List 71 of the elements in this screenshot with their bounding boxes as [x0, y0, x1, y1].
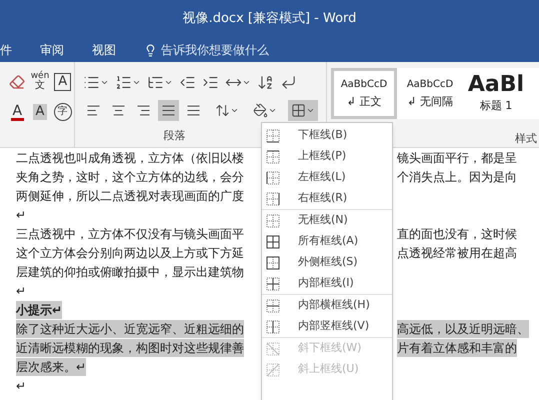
border-style-icon — [266, 362, 280, 376]
document-text: 层建筑的仰拍或俯瞰拍摄中，显示出建筑物 — [16, 264, 244, 280]
numbered-list-icon[interactable] — [115, 74, 132, 90]
style-gallery-item[interactable]: AaBl 标题 1 — [463, 68, 529, 118]
menu-item[interactable]: 内部框线(I) — [262, 273, 392, 294]
document-text: 小提示↵ — [16, 300, 62, 318]
group-label: 样式 — [515, 130, 537, 146]
character-shading-button[interactable]: A — [32, 104, 48, 120]
document-text: 二点透视也叫成角透视，立方体（依旧以楼 — [16, 150, 244, 166]
document-text: 近清晰远模糊的现象，构图时对这些规律善 — [16, 338, 244, 356]
menu-item[interactable]: 无框线(N) — [262, 210, 392, 231]
menu-item[interactable]: 下框线(B) — [262, 125, 392, 146]
clear-format-icon[interactable] — [9, 74, 26, 90]
line-spacing-icon — [215, 102, 230, 118]
menu-item[interactable]: 左框线(L) — [262, 167, 392, 188]
window-title: 视像.docx [兼容模式] - Word — [182, 10, 356, 28]
tell-me-field[interactable]: 告诉我你想要做什么 — [161, 41, 269, 59]
border-style-icon — [266, 128, 280, 142]
style-gallery-item[interactable]: AaBbCcD ↲ 正文 — [331, 68, 397, 118]
shading-icon — [253, 102, 268, 118]
document-text: 层次感来。↵ — [16, 358, 86, 376]
menu-item[interactable]: 上框线(P) — [262, 146, 392, 167]
document-text: 个消失点上。因为是向 — [397, 168, 517, 186]
justify-button[interactable] — [158, 100, 179, 120]
border-style-icon — [266, 192, 280, 206]
border-style-icon — [266, 276, 280, 290]
border-style-icon — [266, 342, 280, 356]
document-text: 两侧延伸，所以二点透视对表现画面的广度 — [16, 188, 244, 204]
border-style-icon — [266, 234, 280, 248]
distribute-icon — [186, 102, 201, 118]
document-text: 高远低，以及近明远暗、 — [397, 320, 529, 338]
border-style-icon — [266, 214, 280, 228]
align-center-icon — [111, 102, 126, 118]
ribbon-tab[interactable]: 件 — [0, 41, 12, 59]
borders-button[interactable] — [288, 100, 318, 120]
border-style-icon — [266, 170, 280, 184]
menu-item[interactable]: 外侧框线(S) — [262, 252, 392, 273]
document-text: 除了这种近大远小、近宽远窄、近粗远细的 — [16, 320, 244, 338]
menu-item[interactable]: 内部横框线(H) — [262, 295, 392, 316]
align-right-icon — [136, 102, 151, 118]
document-text: ↵ — [16, 282, 26, 300]
borders-icon — [291, 102, 306, 118]
character-border-button[interactable]: A — [54, 72, 72, 90]
lightbulb-icon — [144, 44, 157, 56]
enclose-characters-button[interactable]: 字 — [54, 103, 72, 121]
phonetic-guide-button[interactable]: wén 文 — [30, 72, 50, 91]
sort-icon[interactable] — [257, 74, 274, 90]
border-style-icon — [266, 256, 280, 270]
document-text: 这个立方体会分别向两边以及上方或下方延 — [16, 244, 244, 262]
align-left-icon — [86, 102, 101, 118]
menu-item[interactable]: 右框线(R) — [262, 188, 392, 209]
document-text: 直的面也没有，这时候 — [397, 226, 517, 242]
paragraph-mark-icon[interactable] — [280, 74, 297, 90]
document-text: ↵ — [16, 206, 26, 224]
ribbon-tab[interactable]: 审阅 — [40, 41, 64, 59]
document-text: 点透视经常被用在超高 — [397, 244, 517, 262]
group-label: 段落 — [164, 128, 186, 144]
document-text: 夹角之势，这时，这个立方体的边线，会分 — [16, 168, 244, 186]
document-text: 片有着立体感和丰富的 — [397, 338, 517, 356]
style-gallery-item[interactable]: AaBbCcD ↲ 无间隔 — [397, 68, 463, 118]
menu-item[interactable]: 所有框线(A) — [262, 231, 392, 252]
document-text: 三点透视中，立方体不仅没有与镜头画面平 — [16, 226, 244, 242]
document-text: ↵ — [16, 378, 26, 394]
font-color-button[interactable]: A — [10, 104, 24, 120]
justify-icon — [161, 102, 176, 118]
border-style-icon — [266, 150, 280, 164]
border-style-icon — [266, 320, 280, 334]
ribbon-tab[interactable]: 视图 — [92, 41, 116, 59]
menu-item[interactable]: 内部竖框线(V) — [262, 316, 392, 337]
border-style-icon — [266, 298, 280, 312]
document-text: 镜头画面平行，都是呈 — [397, 150, 517, 166]
